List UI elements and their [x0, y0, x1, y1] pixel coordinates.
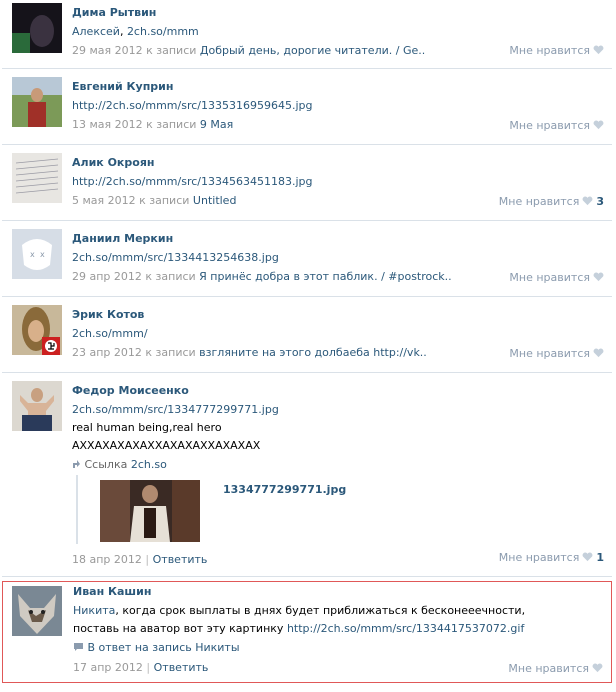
comments-feed: Дима Рытвин Алексей, 2ch.so/mmm 29 мая 2… — [0, 0, 616, 683]
comment-item: Федор Моисеенко 2ch.so/mmm/src/133477729… — [2, 373, 612, 577]
comment-link[interactable]: 2ch.so/mmm — [127, 25, 199, 38]
avatar[interactable] — [12, 381, 62, 431]
reply-link[interactable]: Ответить — [153, 553, 208, 566]
heart-icon — [593, 272, 604, 282]
attachment-box: 1334777299771.jpg — [76, 475, 612, 544]
like-button[interactable]: Мне нравится — [509, 268, 604, 287]
attachment-site[interactable]: 2ch.so — [131, 458, 167, 471]
comment-item: Алик Окроян http://2ch.so/mmm/src/133456… — [2, 145, 612, 221]
author-name[interactable]: Иван Кашин — [73, 582, 611, 602]
like-label: Мне нравится — [509, 347, 590, 360]
comment-item-highlighted: Иван Кашин Никита, когда срок выплаты в … — [2, 581, 612, 683]
comment-text: , когда срок выплаты в днях будет прибли… — [115, 604, 526, 617]
comment-text: АХХАХАХАХАХХАХАХАХХАХАХАХ — [72, 439, 261, 452]
svg-text:x: x — [30, 250, 35, 259]
post-link[interactable]: Я принёс добра в этот паблик. / #postroc… — [199, 270, 452, 283]
comment-text: поставь на аватор вот эту картинку — [73, 622, 287, 635]
avatar[interactable] — [12, 3, 62, 53]
avatar[interactable] — [12, 153, 62, 203]
comment-item: x x Даниил Меркин 2ch.so/mmm/src/1334413… — [2, 221, 612, 297]
comment-item: Евгений Куприн http://2ch.so/mmm/src/133… — [2, 69, 612, 145]
comment-link[interactable]: http://2ch.so/mmm/src/1334417537072.gif — [287, 622, 524, 635]
heart-icon — [582, 196, 593, 206]
avatar[interactable] — [12, 77, 62, 127]
like-label: Мне нравится — [509, 119, 590, 132]
heart-icon — [593, 120, 604, 130]
attachment-filename[interactable]: 1334777299771.jpg — [223, 483, 346, 496]
author-name[interactable]: Алик Окроян — [72, 153, 612, 173]
comment-text: real human being,real hero — [72, 421, 222, 434]
speech-bubble-icon — [74, 643, 83, 651]
post-link[interactable]: взгляните на этого долбаеба http://vk.. — [199, 346, 427, 359]
post-link[interactable]: Добрый день, дорогие читатели. / Ge.. — [200, 44, 425, 57]
svg-text:x: x — [40, 250, 45, 259]
attachment-photo[interactable] — [100, 480, 200, 542]
comment-text: , — [119, 25, 127, 38]
avatar[interactable] — [12, 586, 62, 636]
like-label: Мне нравится — [509, 271, 590, 284]
mention-link[interactable]: Никита — [73, 604, 115, 617]
heart-icon — [593, 348, 604, 358]
like-button[interactable]: Мне нравится 1 — [499, 548, 604, 567]
comment-link[interactable]: http://2ch.so/mmm/src/1334563451183.jpg — [72, 175, 313, 188]
comment-date: 29 апр 2012 к записи — [72, 270, 196, 283]
comment-date: 17 апр 2012 — [73, 661, 143, 674]
link-arrow-icon — [73, 460, 80, 468]
author-name[interactable]: Эрик Котов — [72, 305, 612, 325]
like-count: 1 — [596, 551, 604, 564]
comment-link[interactable]: http://2ch.so/mmm/src/1335316959645.jpg — [72, 99, 313, 112]
heart-icon — [592, 663, 603, 673]
author-name[interactable]: Евгений Куприн — [72, 77, 612, 97]
like-button[interactable]: Мне нравится 3 — [499, 192, 604, 211]
author-name[interactable]: Даниил Меркин — [72, 229, 612, 249]
comment-link[interactable]: 2ch.so/mmm/src/1334777299771.jpg — [72, 403, 279, 416]
post-link[interactable]: 9 Мая — [200, 118, 233, 131]
reply-to-note[interactable]: В ответ на запись Никиты — [73, 638, 611, 658]
comment-date: 23 апр 2012 к записи — [72, 346, 196, 359]
attachment-label: Ссылка — [84, 458, 128, 471]
comment-date: 18 апр 2012 — [72, 553, 142, 566]
like-button[interactable]: Мне нравится — [509, 344, 604, 363]
like-label: Мне нравится — [498, 195, 580, 208]
comment-date: 29 мая 2012 к записи — [72, 44, 197, 57]
like-label: Мне нравится — [498, 551, 580, 564]
like-count: 3 — [596, 195, 604, 208]
like-button[interactable]: Мне нравится — [509, 116, 604, 135]
comment-date: 5 мая 2012 к записи — [72, 194, 190, 207]
post-link[interactable]: Untitled — [193, 194, 237, 207]
reply-to-label: В ответ на запись Никиты — [87, 641, 240, 654]
heart-icon — [582, 552, 593, 562]
like-label: Мне нравится — [509, 44, 590, 57]
comment-date: 13 мая 2012 к записи — [72, 118, 197, 131]
like-button[interactable]: Мне нравится — [509, 41, 604, 60]
comment-link[interactable]: 2ch.so/mmm/src/1334413254638.jpg — [72, 251, 279, 264]
comment-link[interactable]: 2ch.so/mmm/ — [72, 327, 148, 340]
mention-link[interactable]: Алексей — [72, 25, 120, 38]
reply-link[interactable]: Ответить — [154, 661, 209, 674]
like-button[interactable]: Мне нравится — [508, 659, 603, 678]
avatar[interactable]: x x — [12, 229, 62, 279]
avatar[interactable] — [12, 305, 62, 355]
author-name[interactable]: Федор Моисеенко — [72, 381, 612, 401]
comment-item: Эрик Котов 2ch.so/mmm/ 23 апр 2012 к зап… — [2, 297, 612, 373]
author-name[interactable]: Дима Рытвин — [72, 3, 612, 23]
comment-item: Дима Рытвин Алексей, 2ch.so/mmm 29 мая 2… — [2, 0, 612, 69]
like-label: Мне нравится — [508, 662, 589, 675]
heart-icon — [593, 45, 604, 55]
attachment-link[interactable]: Ссылка 2ch.so — [72, 455, 612, 475]
